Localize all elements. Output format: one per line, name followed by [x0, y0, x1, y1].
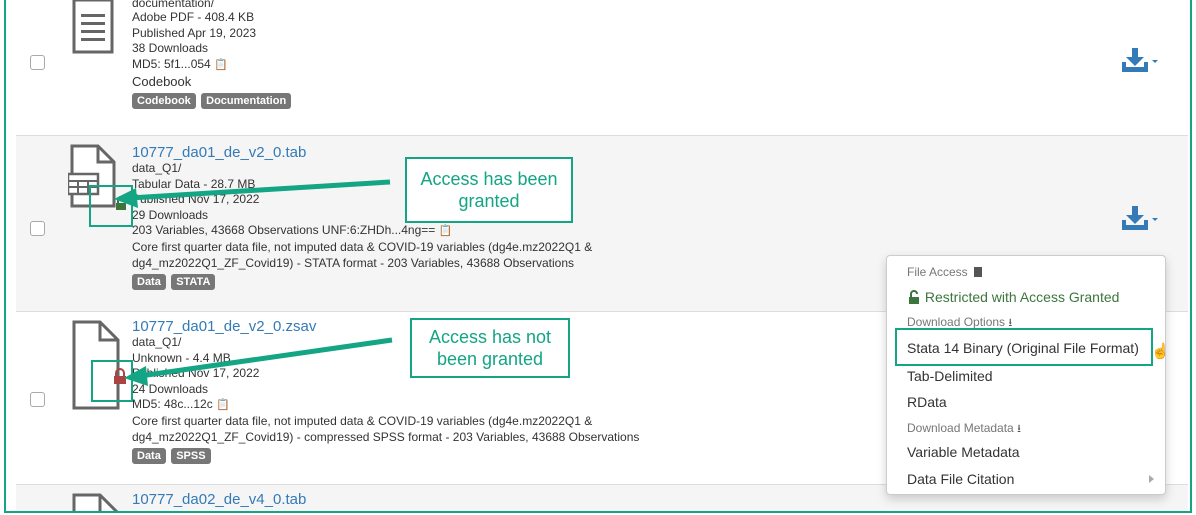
callout-granted-line1: Access has been [420, 169, 558, 189]
arrow-to-unlock [114, 179, 391, 208]
file-type-size: Adobe PDF - 408.4 KB [132, 10, 255, 24]
file-checksum: MD5: 48c...12c 📋 [132, 397, 639, 414]
row-checkbox[interactable] [30, 55, 45, 70]
document-icon [72, 0, 114, 61]
download-button[interactable] [1122, 206, 1162, 235]
tag-documentation[interactable]: Documentation [201, 93, 292, 110]
file-description: Codebook [132, 74, 192, 90]
download-dropdown-menu: File Access Restricted with Access Grant… [886, 255, 1170, 495]
file-description-2: dg4_mz2022Q1_ZF_Covid19) - STATA format … [132, 255, 574, 270]
download-icon [1122, 206, 1148, 230]
callout-access-not-granted: Access has not been granted [410, 318, 570, 378]
file-name-link[interactable]: 10777_da02_de_v4_0.tab [132, 491, 306, 508]
menu-item-data-file-citation[interactable]: Data File Citation [907, 471, 1014, 487]
row-checkbox[interactable] [30, 221, 45, 236]
arrow-to-lock [124, 337, 393, 386]
caret-down-icon [1152, 60, 1158, 63]
download-button[interactable] [1122, 48, 1162, 77]
caret-down-icon [1152, 218, 1158, 221]
checksum-text: MD5: 48c...12c [132, 397, 213, 412]
download-icon [1122, 48, 1148, 72]
generic-file-icon [72, 493, 122, 511]
checksum-text: MD5: 5f1...054 [132, 56, 211, 71]
tag-codebook[interactable]: Codebook [132, 93, 196, 110]
menu-item-rdata[interactable]: RData [907, 394, 947, 410]
file-checksum: MD5: 5f1...054 📋 [132, 57, 293, 74]
unlock-icon [909, 290, 919, 304]
file-downloads: 38 Downloads [132, 41, 209, 56]
tag-spss[interactable]: SPSS [171, 448, 211, 465]
menu-item-tab-delimited[interactable]: Tab-Delimited [907, 368, 993, 384]
callout-access-granted: Access has been granted [405, 157, 573, 223]
file-description-2: dg4_mz2022Q1_ZF_Covid19) - compressed SP… [132, 429, 640, 444]
file-access-header: File Access [907, 265, 983, 279]
file-icon [974, 267, 983, 277]
tag-data[interactable]: Data [132, 274, 166, 291]
tag-stata[interactable]: STATA [171, 274, 216, 291]
checksum-copy-icon[interactable]: 📋 [214, 59, 228, 71]
file-description-1: Core first quarter data file, not impute… [132, 239, 593, 254]
table-row: documentation/ Adobe PDF - 408.4 KB Publ… [16, 0, 1188, 136]
menu-item-variable-metadata[interactable]: Variable Metadata [907, 444, 1020, 460]
checksum-text: 203 Variables, 43668 Observations UNF:6:… [132, 223, 436, 238]
row-checkbox[interactable] [30, 392, 45, 407]
callout-not-granted-line1: Access has not [428, 327, 552, 347]
callout-not-granted-line2: been granted [436, 349, 544, 369]
download-small-icon: ⭳ [1017, 423, 1021, 435]
file-published: Published Apr 19, 2023 [132, 25, 257, 40]
file-folder: documentation/ [132, 0, 215, 10]
menu-item-restricted-access[interactable]: Restricted with Access Granted [907, 289, 1119, 305]
download-metadata-header: Download Metadata ⭳ [907, 421, 1021, 435]
checksum-copy-icon[interactable]: 📋 [216, 399, 230, 411]
hand-cursor-icon: ☝ [1151, 343, 1170, 360]
stata-option-highlight-box [895, 328, 1153, 366]
file-description-1: Core first quarter data file, not impute… [132, 413, 593, 428]
chevron-right-icon [1149, 475, 1154, 483]
tag-data[interactable]: Data [132, 448, 166, 465]
checksum-copy-icon[interactable]: 📋 [439, 225, 453, 237]
restricted-label: Restricted with Access Granted [924, 289, 1120, 305]
callout-granted-line2: granted [458, 191, 520, 211]
file-checksum: 203 Variables, 43668 Observations UNF:6:… [132, 223, 592, 240]
